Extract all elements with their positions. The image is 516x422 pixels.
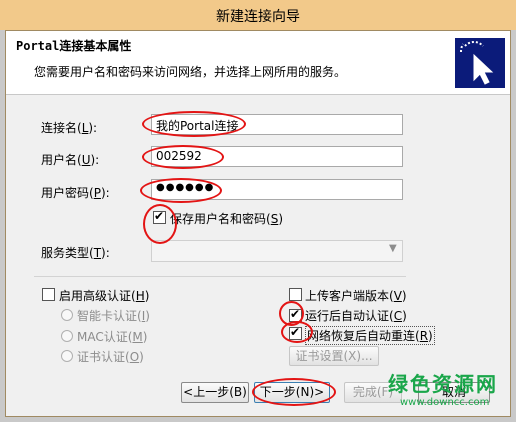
service-type-select[interactable] — [151, 240, 403, 262]
cert-settings-button[interactable]: 证书设置(X)... — [289, 346, 379, 366]
cursor-click-icon — [455, 38, 505, 88]
cert-label: 证书认证(O) — [77, 350, 144, 364]
watermark-url: www.downcc.com — [400, 397, 490, 408]
auto-reconnect-label[interactable]: 网络恢复后自动重连(R) — [305, 326, 435, 345]
watermark-text: 绿色资源网 — [388, 372, 498, 396]
auto-auth-label[interactable]: 运行后自动认证(C) — [305, 307, 407, 324]
advanced-auth-label[interactable]: 启用高级认证(H) — [59, 287, 149, 304]
highlight-oval-user-name — [142, 145, 224, 169]
title-bar: 新建连接向导 — [0, 0, 516, 30]
password-label: 用户密码(P): — [41, 186, 110, 200]
upload-version-label[interactable]: 上传客户端版本(V) — [305, 287, 407, 304]
chevron-down-icon: ▼ — [389, 243, 397, 254]
upload-version-checkbox[interactable] — [289, 288, 302, 301]
conn-name-label: 连接名(L): — [41, 121, 98, 135]
advanced-auth-checkbox[interactable] — [42, 288, 55, 301]
cert-radio[interactable] — [61, 350, 73, 362]
save-credentials-label[interactable]: 保存用户名和密码(S) — [170, 210, 283, 227]
user-name-label: 用户名(U): — [41, 153, 100, 167]
header-title: Portal连接基本属性 — [16, 39, 132, 53]
back-button[interactable]: <上一步(B) — [181, 382, 249, 403]
smartcard-label: 智能卡认证(I) — [77, 309, 150, 323]
mac-radio[interactable] — [61, 330, 73, 342]
service-type-label: 服务类型(T): — [41, 246, 110, 260]
highlight-oval-auto-reconnect — [281, 321, 313, 343]
smartcard-radio[interactable] — [61, 309, 73, 321]
header-subtitle: 您需要用户名和密码来访问网络，并选择上网所用的服务。 — [34, 65, 347, 79]
separator — [34, 276, 406, 277]
highlight-oval-password — [140, 178, 222, 203]
highlight-oval-next — [252, 378, 336, 406]
window-title: 新建连接向导 — [216, 9, 300, 25]
highlight-oval-conn-name — [142, 111, 246, 137]
mac-label: MAC认证(M) — [77, 330, 148, 344]
highlight-oval-save-credentials — [143, 204, 177, 244]
